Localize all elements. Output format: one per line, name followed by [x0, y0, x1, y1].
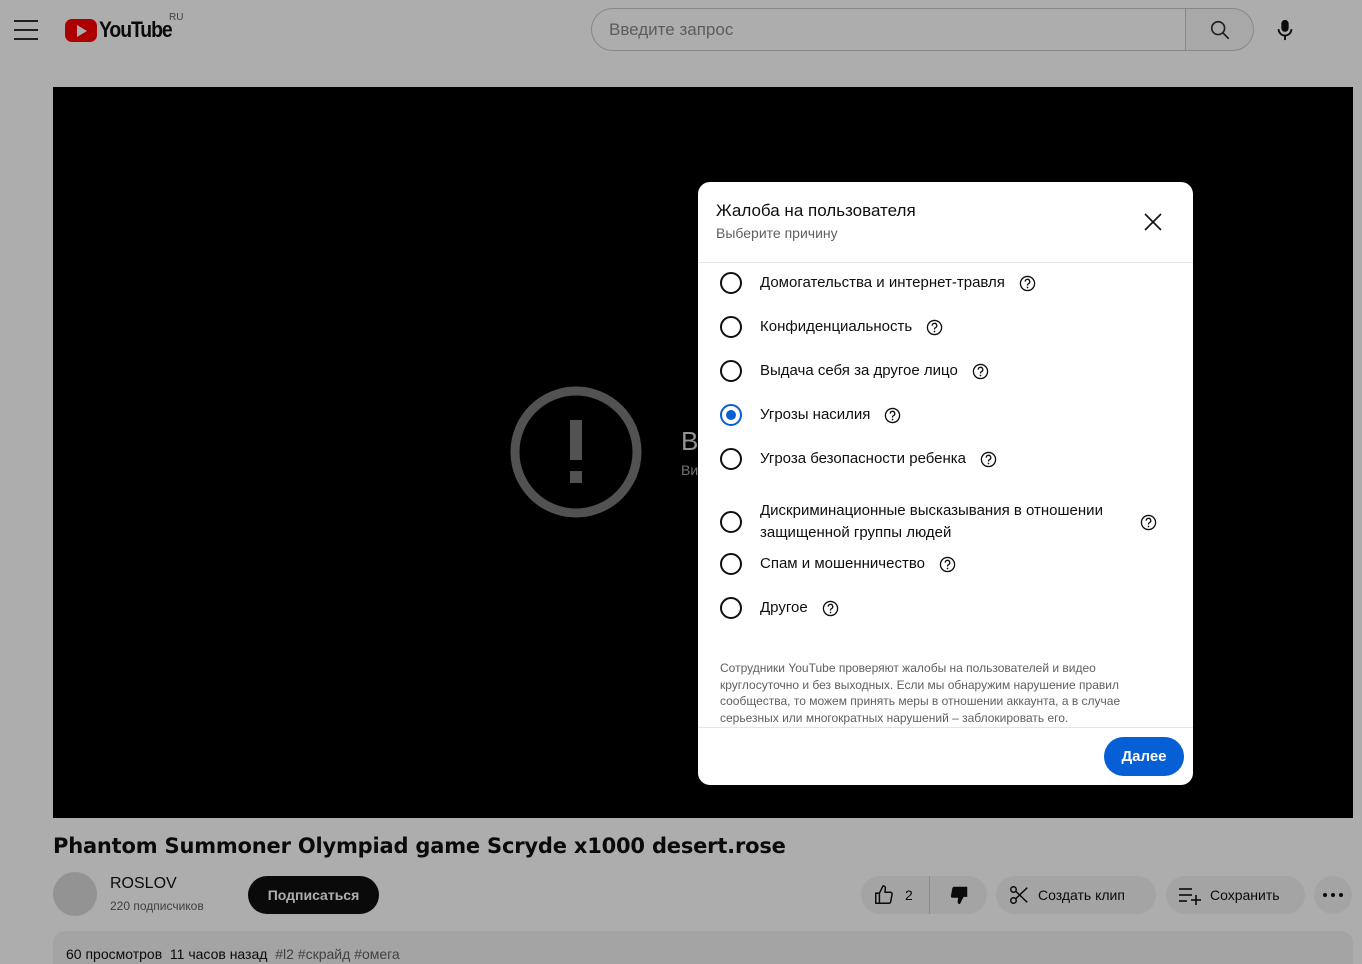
next-button[interactable]: Далее — [1104, 737, 1184, 776]
radio-button[interactable] — [720, 404, 742, 426]
radio-button[interactable] — [720, 316, 742, 338]
dialog-divider — [698, 262, 1193, 263]
radio-button[interactable] — [720, 448, 742, 470]
dialog-title: Жалоба на пользователя — [716, 201, 916, 220]
help-icon[interactable] — [972, 363, 989, 380]
help-icon[interactable] — [926, 319, 943, 336]
dialog-divider — [698, 727, 1193, 728]
radio-button[interactable] — [720, 272, 742, 294]
radio-button[interactable] — [720, 553, 742, 575]
help-icon[interactable] — [939, 556, 956, 573]
reason-option[interactable]: Дискриминационные высказывания в отношен… — [720, 500, 1172, 544]
radio-button[interactable] — [720, 360, 742, 382]
reason-label: Угрозы насилия — [760, 406, 871, 423]
review-policy-note: Сотрудники YouTube проверяют жалобы на п… — [720, 661, 1121, 725]
close-button[interactable] — [1139, 208, 1167, 236]
reason-label: Спам и мошенничество — [760, 555, 925, 572]
help-icon[interactable] — [884, 407, 901, 424]
reason-label: Домогательства и интернет-травля — [760, 274, 1005, 291]
reason-option[interactable]: Спам и мошенничество — [720, 553, 956, 575]
reason-option[interactable]: Домогательства и интернет-травля — [720, 272, 1036, 294]
reason-option[interactable]: Угроза безопасности ребенка — [720, 448, 997, 470]
help-icon[interactable] — [1140, 514, 1157, 531]
reason-option[interactable]: Другое — [720, 597, 839, 619]
help-icon[interactable] — [822, 600, 839, 617]
dialog-subtitle: Выберите причину — [716, 225, 838, 241]
close-icon — [1144, 213, 1162, 231]
reason-label: Выдача себя за другое лицо — [760, 362, 958, 379]
reason-option[interactable]: Угрозы насилия — [720, 404, 901, 426]
reason-option[interactable]: Выдача себя за другое лицо — [720, 360, 989, 382]
reason-label: Конфиденциальность — [760, 318, 913, 335]
radio-button[interactable] — [720, 597, 742, 619]
reason-option[interactable]: Конфиденциальность — [720, 316, 943, 338]
help-icon[interactable] — [1019, 275, 1036, 292]
reason-label: Дискриминационные высказывания в отношен… — [760, 502, 1103, 541]
radio-button[interactable] — [720, 511, 742, 533]
report-user-dialog: Жалоба на пользователя Выберите причину … — [698, 182, 1193, 785]
reason-label: Другое — [760, 599, 808, 616]
reason-label: Угроза безопасности ребенка — [760, 450, 967, 467]
help-icon[interactable] — [980, 451, 997, 468]
